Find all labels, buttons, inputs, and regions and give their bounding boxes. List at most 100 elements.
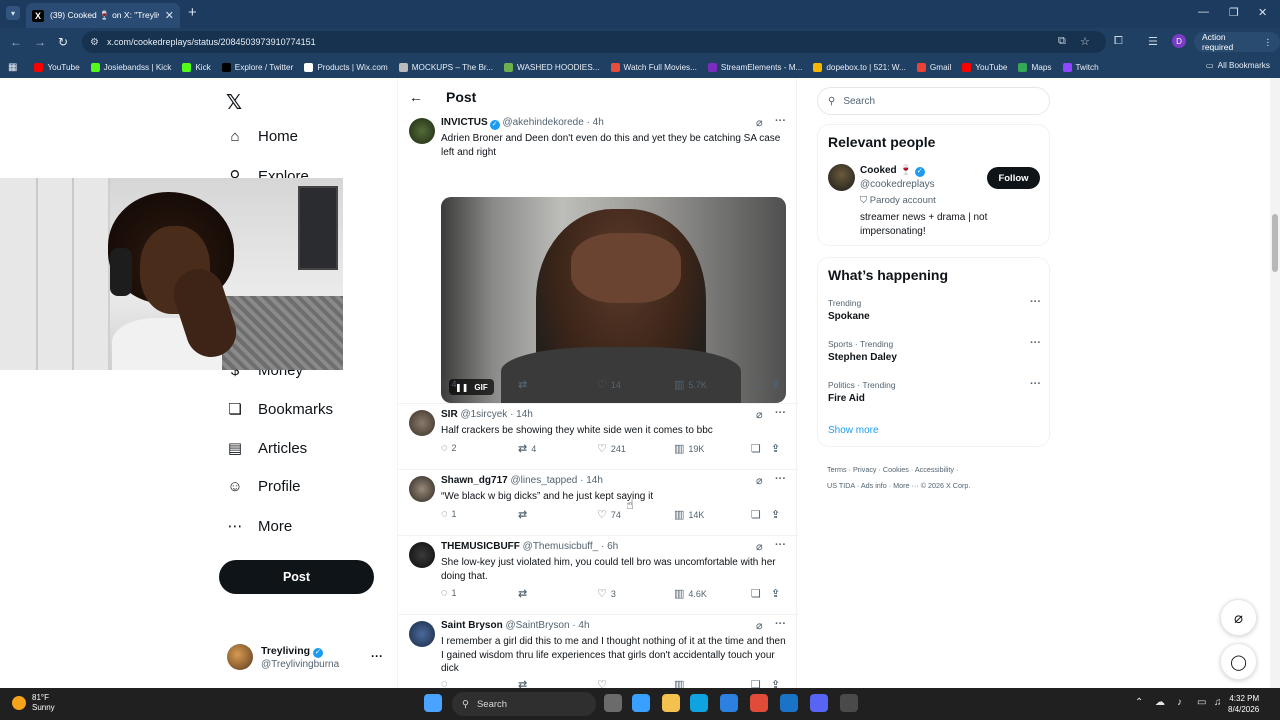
site-info-icon[interactable]: ⚙ <box>90 37 99 48</box>
new-tab-button[interactable]: + <box>188 5 197 21</box>
nav-item-articles[interactable]: ▤ Articles <box>226 439 307 458</box>
taskbar-search[interactable]: ⚲ Search <box>452 692 596 716</box>
bookmark-item[interactable]: MOCKUPS – The Br... <box>398 62 493 72</box>
x-logo-icon[interactable]: 𝕏 <box>226 90 242 115</box>
bookmark-star-icon[interactable]: ☆ <box>1080 35 1090 48</box>
bookmark-item[interactable]: WASHED HOODIES... <box>504 62 600 72</box>
more-options-icon[interactable]: ··· <box>775 618 786 630</box>
tab-list-button[interactable]: ▾ <box>6 6 20 20</box>
bookmark-item[interactable]: Products | Wix.com <box>304 62 388 72</box>
more-options-icon[interactable]: ··· <box>1030 296 1041 308</box>
microphone-icon[interactable]: ♪ <box>1177 697 1182 708</box>
reply-post[interactable]: Shawn_dg717 @lines_tapped · 14h ⌀ ··· “We b… <box>398 470 798 536</box>
reply-button[interactable]: ◌ 1 <box>441 508 457 520</box>
post-time[interactable]: · 4h <box>572 620 589 631</box>
avatar[interactable] <box>409 410 435 436</box>
weather-widget[interactable]: 81°F Sunny <box>12 693 55 713</box>
grok-explain-icon[interactable]: ⌀ <box>756 116 763 129</box>
reply-post[interactable]: THEMUSICBUFF @Themusicbuff_ · 6h ⌀ ··· She … <box>398 536 798 615</box>
copilot-icon[interactable] <box>632 694 650 712</box>
task-view-icon[interactable] <box>604 694 622 712</box>
extensions-icon[interactable]: ⧠ <box>1114 35 1123 48</box>
action-required-button[interactable]: Action required ⋮ <box>1194 32 1280 52</box>
browser-tab[interactable]: X (39) Cooked 🍷 on X: "Treyliving... ✕ <box>26 3 180 28</box>
maximize-button[interactable]: ❐ <box>1229 6 1239 19</box>
volume-icon[interactable]: ♫ <box>1214 697 1222 708</box>
more-options-icon[interactable]: ··· <box>1030 337 1041 349</box>
follow-button[interactable]: Follow <box>987 167 1040 189</box>
system-clock[interactable]: 4:32 PM 8/4/2026 <box>1228 693 1259 715</box>
bookmark-button[interactable]: ❏ <box>751 442 761 455</box>
back-icon[interactable]: ← <box>10 35 22 49</box>
like-button[interactable]: ♡ 74 <box>597 508 621 521</box>
bookmark-item[interactable]: Josiebandss | Kick <box>90 62 171 72</box>
like-button[interactable]: ♡ 241 <box>597 442 626 455</box>
author-handle[interactable]: @lines_tapped <box>510 475 577 486</box>
repost-button[interactable]: ⇄ <box>518 508 531 521</box>
network-icon[interactable]: ▭ <box>1197 697 1206 708</box>
author-name[interactable]: Shawn_dg717 <box>441 475 508 486</box>
post-time[interactable]: · 4h <box>587 117 604 128</box>
repost-button[interactable]: ⇄ <box>518 587 531 600</box>
messages-icon[interactable]: ◯ <box>1220 643 1257 680</box>
bookmark-item[interactable]: Maps <box>1018 62 1052 72</box>
author-name[interactable]: THEMUSICBUFF <box>441 541 520 552</box>
account-switcher[interactable]: Treyliving ✓ @Treylivingburna ··· <box>227 643 387 673</box>
author-name[interactable]: SIR <box>441 409 458 420</box>
tray-overflow-icon[interactable]: ⌃ <box>1135 697 1143 708</box>
discord-icon[interactable] <box>810 694 828 712</box>
chrome-icon[interactable] <box>750 694 768 712</box>
views-button[interactable]: ▥ 19K <box>674 442 704 455</box>
views-button[interactable]: ▥ 5.7K <box>674 378 707 391</box>
nav-item-bookmarks[interactable]: ❏ Bookmarks <box>226 400 333 419</box>
bookmark-item[interactable]: YouTube <box>34 62 80 72</box>
tray-app-icon[interactable]: ☁ <box>1155 697 1165 708</box>
grok-explain-icon[interactable]: ⌀ <box>756 619 763 632</box>
file-explorer-icon[interactable] <box>662 694 680 712</box>
trend-item[interactable]: Trending Spokane ··· <box>828 296 1043 322</box>
trend-item[interactable]: Sports · Trending Stephen Daley ··· <box>828 337 1043 363</box>
search-input[interactable]: ⚲ Search <box>817 87 1050 115</box>
more-options-icon[interactable]: ··· <box>775 473 786 485</box>
bookmark-button[interactable]: ❏ <box>751 587 761 600</box>
nav-item-more[interactable]: ⋯ More <box>226 517 293 536</box>
back-arrow-icon[interactable]: ← <box>409 89 423 105</box>
views-button[interactable]: ▥ 14K <box>674 508 704 521</box>
nav-item-profile[interactable]: ☺ Profile <box>226 478 300 495</box>
bookmark-item[interactable]: StreamElements - M... <box>707 62 802 72</box>
minimize-button[interactable]: — <box>1198 6 1209 18</box>
trend-item[interactable]: Politics · Trending Fire Aid ··· <box>828 378 1043 404</box>
reply-button[interactable]: ◌ 1 <box>441 587 457 599</box>
nav-item-home[interactable]: ⌂ Home <box>226 128 298 145</box>
scrollbar-thumb[interactable] <box>1272 214 1278 272</box>
repost-button[interactable]: ⇄ 4 <box>518 442 536 455</box>
share-button[interactable]: ⇪ <box>771 442 780 455</box>
post-time[interactable]: · 14h <box>510 409 533 420</box>
windows-start-icon[interactable] <box>424 694 442 712</box>
show-more-link[interactable]: Show more <box>828 425 879 436</box>
footer-line[interactable]: US TIDA · Ads info · More ··· © 2026 X C… <box>827 478 1037 494</box>
avatar[interactable] <box>409 542 435 568</box>
footer-line[interactable]: Terms · Privacy · Cookies · Accessibilit… <box>827 462 1037 478</box>
grok-explain-icon[interactable]: ⌀ <box>756 474 763 487</box>
reply-button[interactable]: ◌ 2 <box>441 442 457 454</box>
person-name[interactable]: Cooked 🍷 ✓ <box>860 165 925 177</box>
bookmark-item[interactable]: YouTube <box>962 62 1007 72</box>
like-button[interactable]: ♡ 14 <box>597 378 621 391</box>
bookmark-item[interactable]: Watch Full Movies... <box>610 62 697 72</box>
tab-close-icon[interactable]: ✕ <box>165 9 174 22</box>
photos-icon[interactable] <box>780 694 798 712</box>
grok-explain-icon[interactable]: ⌀ <box>756 408 763 421</box>
avatar[interactable] <box>409 118 435 144</box>
avatar[interactable] <box>828 164 855 191</box>
store-icon[interactable] <box>720 694 738 712</box>
author-name[interactable]: Saint Bryson <box>441 620 503 631</box>
install-app-icon[interactable]: ⧉ <box>1058 35 1066 48</box>
author-name[interactable]: INVICTUS <box>441 117 488 128</box>
forward-icon[interactable]: → <box>34 35 46 49</box>
author-handle[interactable]: @1sircyek <box>460 409 507 420</box>
author-handle[interactable]: @SaintBryson <box>505 620 569 631</box>
reload-icon[interactable]: ↻ <box>58 35 68 49</box>
bookmark-button[interactable]: ❏ <box>751 378 761 391</box>
apps-grid-icon[interactable]: ▦ <box>8 62 17 73</box>
